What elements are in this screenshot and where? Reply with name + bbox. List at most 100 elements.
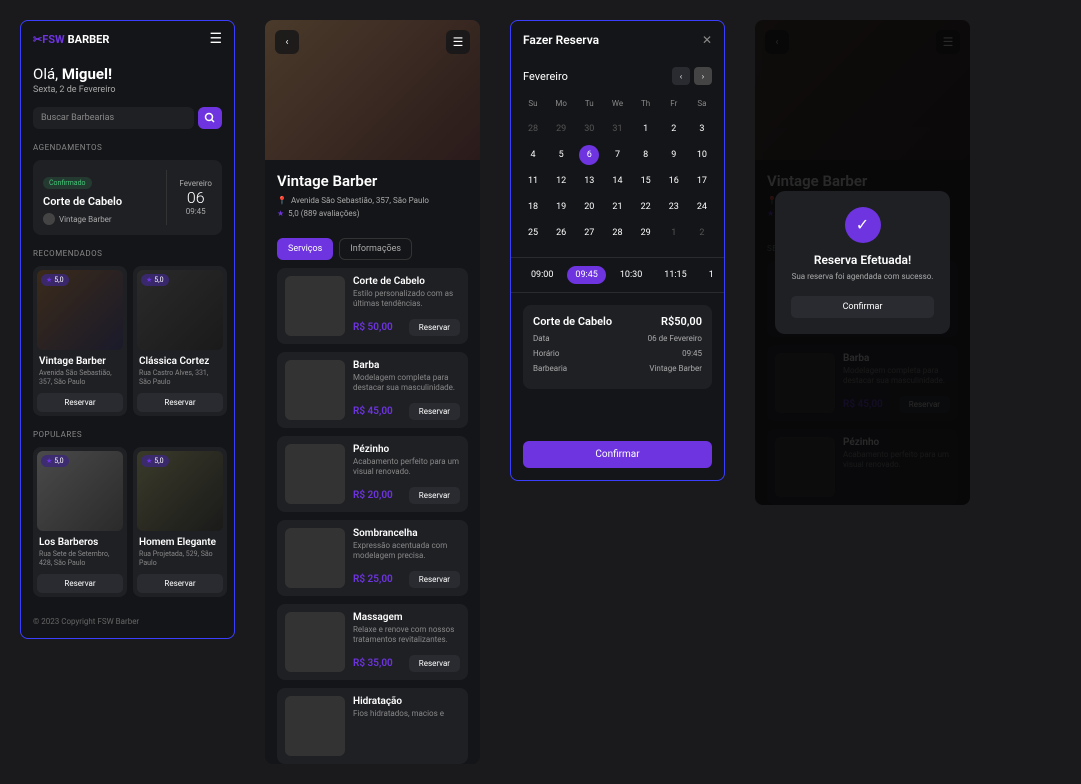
shop-address: Rua Projetada, 529, São Paulo	[137, 550, 223, 568]
calendar-day[interactable]: 20	[579, 197, 599, 217]
rating-badge: ★5,0	[141, 455, 169, 467]
calendar-day[interactable]: 24	[692, 197, 712, 217]
calendar-dow: Th	[636, 93, 656, 113]
shop-avatar	[43, 213, 55, 225]
menu-button[interactable]: ☰	[209, 31, 222, 47]
calendar-day[interactable]: 23	[664, 197, 684, 217]
calendar-day[interactable]: 26	[551, 223, 571, 243]
shop-address: Avenida São Sebastião, 357, São Paulo	[37, 369, 123, 387]
service-name: Massagem	[353, 612, 460, 623]
calendar-day[interactable]: 2	[664, 119, 684, 139]
summary-shop: Vintage Barber	[649, 364, 702, 373]
calendar-day[interactable]: 12	[551, 171, 571, 191]
shop-rating: 5,0 (889 avaliações)	[288, 209, 359, 218]
calendar-day[interactable]: 29	[551, 119, 571, 139]
calendar-day[interactable]: 30	[579, 119, 599, 139]
toast-confirm-button[interactable]: Confirmar	[791, 296, 934, 318]
booking-shop: Vintage Barber	[59, 215, 112, 224]
search-button[interactable]	[198, 107, 222, 129]
booking-service: Corte de Cabelo	[43, 195, 166, 208]
service-card: BarbaModelagem completa para destacar su…	[277, 352, 468, 428]
reserve-button[interactable]: Reservar	[137, 393, 223, 412]
calendar-dow: Sa	[692, 93, 712, 113]
calendar-day[interactable]: 22	[636, 197, 656, 217]
section-appointments: AGENDAMENTOS	[21, 143, 234, 152]
toast-description: Sua reserva foi agendada com sucesso.	[791, 271, 934, 282]
modal-title: Fazer Reserva	[523, 33, 599, 47]
calendar-day[interactable]: 1	[664, 223, 684, 243]
shop-card[interactable]: ★5,0 Clássica Cortez Rua Castro Alves, 3…	[133, 266, 227, 416]
calendar-day[interactable]: 29	[636, 223, 656, 243]
service-name: Barba	[353, 360, 460, 371]
reserve-button[interactable]: Reservar	[409, 655, 460, 672]
calendar-day[interactable]: 13	[579, 171, 599, 191]
time-slot[interactable]: 09:00	[523, 266, 561, 284]
tab-services[interactable]: Serviços	[277, 238, 333, 260]
reserve-button[interactable]: Reservar	[409, 319, 460, 336]
section-recommended: RECOMENDADOS	[21, 249, 234, 258]
reserve-button[interactable]: Reservar	[37, 393, 123, 412]
shop-card[interactable]: ★5,0 Homem Elegante Rua Projetada, 529, …	[133, 447, 227, 597]
time-slot[interactable]: 10:30	[612, 266, 650, 284]
service-description: Estilo personalizado com as últimas tend…	[353, 289, 460, 310]
tab-info[interactable]: Informações	[339, 238, 412, 260]
service-description: Acabamento perfeito para um visual renov…	[353, 457, 460, 478]
calendar-day[interactable]: 3	[692, 119, 712, 139]
search-input[interactable]	[33, 107, 194, 129]
back-button[interactable]: ‹	[275, 30, 299, 54]
calendar-day[interactable]: 14	[607, 171, 627, 191]
calendar-day[interactable]: 17	[692, 171, 712, 191]
calendar-day[interactable]: 21	[607, 197, 627, 217]
star-icon: ★	[46, 276, 52, 284]
calendar-day[interactable]: 31	[607, 119, 627, 139]
next-month-button[interactable]: ›	[694, 67, 712, 85]
calendar-day[interactable]: 4	[523, 145, 543, 165]
calendar-day[interactable]: 7	[607, 145, 627, 165]
calendar-day[interactable]: 11	[523, 171, 543, 191]
service-description: Relaxe e renove com nossos tratamentos r…	[353, 625, 460, 646]
reserve-button[interactable]: Reservar	[137, 574, 223, 593]
time-slot[interactable]: 09:45	[567, 266, 605, 284]
calendar-dow: Fr	[664, 93, 684, 113]
calendar-day[interactable]: 2	[692, 223, 712, 243]
reserve-button[interactable]: Reservar	[409, 571, 460, 588]
confirm-button[interactable]: Confirmar	[523, 441, 712, 468]
calendar-day[interactable]: 18	[523, 197, 543, 217]
rating-badge: ★5,0	[41, 274, 69, 286]
prev-month-button[interactable]: ‹	[672, 67, 690, 85]
service-card: Corte de CabeloEstilo personalizado com …	[277, 268, 468, 344]
calendar-day[interactable]: 25	[523, 223, 543, 243]
rating-badge: ★5,0	[141, 274, 169, 286]
summary-date: 06 de Fevereiro	[648, 334, 702, 343]
summary-time: 09:45	[682, 349, 702, 358]
time-slot[interactable]: 1	[701, 266, 722, 284]
service-card: Massagem Relaxe e renove com nossos trata…	[277, 604, 468, 680]
service-card: SombrancelhaExpressão acentuada com mode…	[277, 520, 468, 596]
calendar-day[interactable]: 27	[579, 223, 599, 243]
calendar-day[interactable]: 6	[579, 145, 599, 165]
calendar-day[interactable]: 5	[551, 145, 571, 165]
calendar-day[interactable]: 16	[664, 171, 684, 191]
calendar-day[interactable]: 10	[692, 145, 712, 165]
service-price: R$ 20,00	[353, 490, 393, 501]
calendar-day[interactable]: 9	[664, 145, 684, 165]
calendar-day[interactable]: 1	[636, 119, 656, 139]
booking-card[interactable]: Confirmado Corte de Cabelo Vintage Barbe…	[33, 160, 222, 235]
time-slot[interactable]: 11:15	[656, 266, 694, 284]
calendar-day[interactable]: 28	[607, 223, 627, 243]
menu-button[interactable]: ☰	[446, 30, 470, 54]
booking-time: 09:45	[179, 207, 212, 216]
calendar-day[interactable]: 15	[636, 171, 656, 191]
shop-card[interactable]: ★5,0 Los Barberos Rua Sete de Setembro, …	[33, 447, 127, 597]
reserve-button[interactable]: Reservar	[37, 574, 123, 593]
calendar-day[interactable]: 19	[551, 197, 571, 217]
footer: © 2023 Copyright FSW Barber	[21, 605, 234, 638]
summary-shop-label: Barbearia	[533, 364, 567, 373]
calendar-day[interactable]: 8	[636, 145, 656, 165]
reserve-button[interactable]: Reservar	[409, 487, 460, 504]
calendar-day[interactable]: 28	[523, 119, 543, 139]
shop-card[interactable]: ★5,0 Vintage Barber Avenida São Sebastiã…	[33, 266, 127, 416]
close-button[interactable]: ✕	[702, 33, 712, 47]
shop-address: Rua Castro Alves, 331, São Paulo	[137, 369, 223, 387]
reserve-button[interactable]: Reservar	[409, 403, 460, 420]
